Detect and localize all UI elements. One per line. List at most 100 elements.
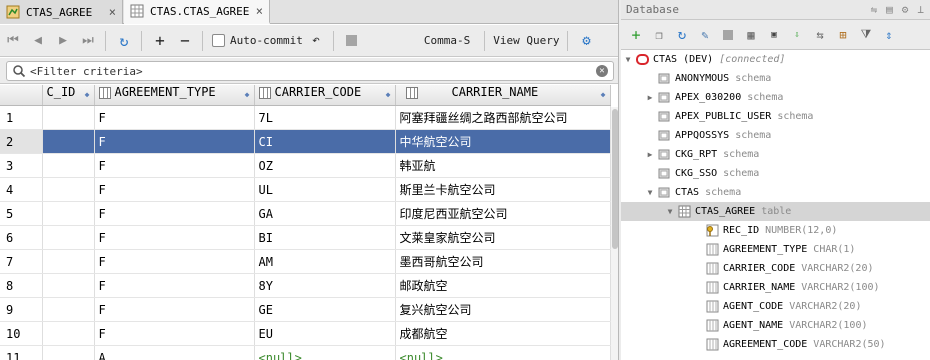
cell-carrier-name[interactable]: 斯里兰卡航空公司 [395, 177, 611, 202]
cell-carrier-name[interactable]: 墨西哥航空公司 [395, 249, 611, 274]
row-number[interactable]: 11 [0, 345, 43, 360]
cell-carrier-code[interactable]: BI [254, 225, 396, 250]
table-row[interactable]: 3 F OZ 韩亚航 [0, 153, 611, 178]
tab-ctas-ctas-agree[interactable]: CTAS.CTAS_AGREE × [124, 0, 270, 24]
collapse-all-icon[interactable]: ⇕ [878, 24, 900, 46]
column-header-carrier-name[interactable]: CARRIER_NAME ◆ [395, 85, 611, 106]
row-number[interactable]: 6 [0, 225, 43, 250]
delete-row-icon[interactable]: − [173, 29, 197, 53]
tree-node-connection[interactable]: ▼ CTAS (DEV) [connected] [621, 50, 930, 69]
cell-carrier-name[interactable]: 成都航空 [395, 321, 611, 346]
scrollbar-thumb[interactable] [612, 109, 618, 249]
view-query-button[interactable]: View Query [493, 34, 559, 47]
cell-agreement-type[interactable]: A [94, 345, 255, 360]
tree-node-column[interactable]: REC_ID NUMBER(12,0) [621, 221, 930, 240]
filter-input[interactable]: <Filter criteria> ✕ [6, 61, 614, 81]
cell-carrier-name[interactable]: <null> [395, 345, 611, 360]
table-row[interactable]: 10 F EU 成都航空 [0, 321, 611, 346]
autocommit-checkbox[interactable]: Auto-commit [212, 34, 303, 47]
hide-icon[interactable]: ⇋ [871, 3, 878, 16]
cell-carrier-name[interactable]: 文莱皇家航空公司 [395, 225, 611, 250]
settings-icon[interactable]: ⚙ [574, 29, 598, 53]
checkbox-box[interactable] [212, 34, 225, 47]
previous-page-icon[interactable]: ◀ [26, 29, 50, 53]
sort-icon[interactable]: ◆ [85, 85, 90, 105]
column-header-carrier-code[interactable]: CARRIER_CODE ◆ [254, 85, 396, 106]
row-number[interactable]: 1 [0, 105, 43, 130]
row-number[interactable]: 9 [0, 297, 43, 322]
collapsed-arrow-icon[interactable]: ▶ [645, 150, 655, 159]
filter-icon[interactable]: ⧩ [855, 24, 877, 46]
tree-node-table[interactable]: ▼ CTAS_AGREE table [621, 202, 930, 221]
vertical-scrollbar[interactable] [611, 107, 618, 360]
clear-filter-icon[interactable]: ✕ [596, 65, 608, 77]
cell-agreement-type[interactable]: F [94, 177, 255, 202]
tree-node-schema[interactable]: CKG_SSO schema [621, 164, 930, 183]
cell-carrier-code[interactable]: CI [254, 129, 396, 154]
add-row-icon[interactable]: + [148, 29, 172, 53]
table-row[interactable]: 11 A <null> <null> [0, 345, 611, 360]
table-row[interactable]: 9 F GE 复兴航空公司 [0, 297, 611, 322]
cell-carrier-code[interactable]: AM [254, 249, 396, 274]
cell-carrier-code[interactable]: <null> [254, 345, 396, 360]
cell-agreement-type[interactable]: F [94, 297, 255, 322]
ddl-icon[interactable]: ⇩ [786, 24, 808, 46]
sort-icon[interactable]: ◆ [245, 85, 250, 105]
refresh-icon[interactable]: ↻ [671, 24, 693, 46]
cell-agreement-type[interactable]: F [94, 153, 255, 178]
cell-agreement-type[interactable]: F [94, 249, 255, 274]
cell-agreement-type[interactable]: F [94, 273, 255, 298]
last-page-icon[interactable]: ⏭ [76, 29, 100, 53]
cell-c-id[interactable] [42, 345, 95, 360]
cell-carrier-code[interactable]: 7L [254, 105, 396, 130]
undo-icon[interactable]: ↶ [304, 29, 328, 53]
sort-icon[interactable]: ◆ [386, 85, 391, 105]
row-number[interactable]: 10 [0, 321, 43, 346]
cell-carrier-name[interactable]: 韩亚航 [395, 153, 611, 178]
tree-node-column[interactable]: AGREEMENT_CODE VARCHAR2(50) [621, 335, 930, 354]
row-number[interactable]: 4 [0, 177, 43, 202]
tab-ctas-agree[interactable]: CTAS_AGREE × [0, 0, 123, 24]
sql-console-icon[interactable]: ▣ [763, 24, 785, 46]
compare-icon[interactable]: ⇆ [809, 24, 831, 46]
tree-node-schema[interactable]: ▼ CTAS schema [621, 183, 930, 202]
cell-carrier-name[interactable]: 印度尼西亚航空公司 [395, 201, 611, 226]
table-row[interactable]: 8 F 8Y 邮政航空 [0, 273, 611, 298]
tree-node-schema[interactable]: ANONYMOUS schema [621, 69, 930, 88]
row-number[interactable]: 5 [0, 201, 43, 226]
cell-c-id[interactable] [42, 129, 95, 154]
tree-node-column[interactable]: CARRIER_CODE VARCHAR2(20) [621, 259, 930, 278]
cell-c-id[interactable] [42, 273, 95, 298]
cell-carrier-code[interactable]: 8Y [254, 273, 396, 298]
cell-carrier-name[interactable]: 复兴航空公司 [395, 297, 611, 322]
cell-agreement-type[interactable]: F [94, 201, 255, 226]
cell-c-id[interactable] [42, 201, 95, 226]
format-dropdown[interactable]: Comma-S [424, 34, 470, 47]
tree-node-schema[interactable]: ▶ CKG_RPT schema [621, 145, 930, 164]
cell-carrier-name[interactable]: 邮政航空 [395, 273, 611, 298]
cell-agreement-type[interactable]: F [94, 105, 255, 130]
cell-carrier-code[interactable]: GE [254, 297, 396, 322]
cell-carrier-code[interactable]: UL [254, 177, 396, 202]
cell-c-id[interactable] [42, 105, 95, 130]
tree-node-schema[interactable]: APEX_PUBLIC_USER schema [621, 107, 930, 126]
refresh-icon[interactable]: ↻ [112, 29, 136, 53]
expanded-arrow-icon[interactable]: ▼ [665, 207, 675, 216]
properties-icon[interactable]: ✎ [694, 24, 716, 46]
row-number[interactable]: 3 [0, 153, 43, 178]
collapsed-arrow-icon[interactable]: ▶ [645, 93, 655, 102]
tree-node-column[interactable]: AGENT_NAME VARCHAR2(100) [621, 316, 930, 335]
next-page-icon[interactable]: ▶ [51, 29, 75, 53]
table-row[interactable]: 1 F 7L 阿塞拜疆丝绸之路西部航空公司 [0, 105, 611, 130]
copy-icon[interactable]: ❐ [648, 24, 670, 46]
tree-node-column[interactable]: CARRIER_NAME VARCHAR2(100) [621, 278, 930, 297]
expanded-arrow-icon[interactable]: ▼ [623, 55, 633, 64]
settings-icon[interactable]: ⚙ [902, 3, 909, 16]
cell-c-id[interactable] [42, 297, 95, 322]
cell-agreement-type[interactable]: F [94, 225, 255, 250]
sort-icon[interactable]: ◆ [601, 85, 606, 105]
table-row[interactable]: 5 F GA 印度尼西亚航空公司 [0, 201, 611, 226]
table-row[interactable]: 4 F UL 斯里兰卡航空公司 [0, 177, 611, 202]
cell-carrier-name[interactable]: 中华航空公司 [395, 129, 611, 154]
tree-node-schema[interactable]: APPQOSSYS schema [621, 126, 930, 145]
